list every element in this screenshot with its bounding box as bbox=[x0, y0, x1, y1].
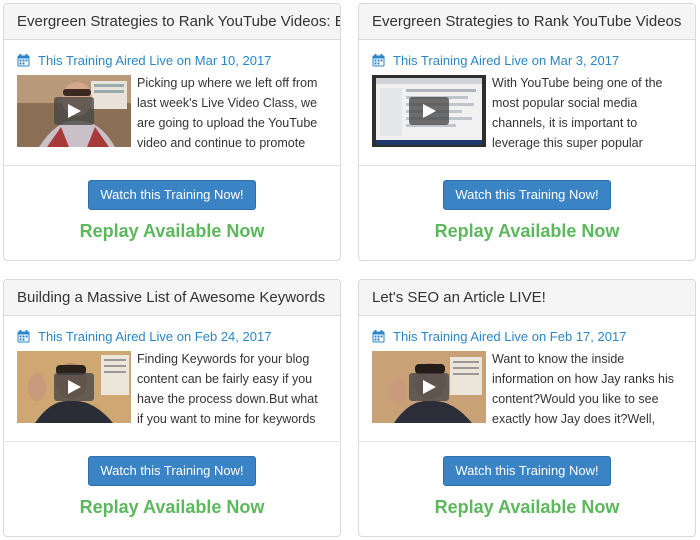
card-title: Evergreen Strategies to Rank YouTube Vid… bbox=[359, 4, 695, 40]
watch-training-button[interactable]: Watch this Training Now! bbox=[443, 456, 611, 486]
video-thumbnail[interactable] bbox=[17, 75, 131, 147]
calendar-icon bbox=[17, 53, 30, 66]
card-body: This Training Aired Live on Mar 10, 2017 bbox=[4, 40, 340, 166]
card-title: Evergreen Strategies to Rank YouTube Vid… bbox=[4, 4, 340, 40]
aired-date: This Training Aired Live on Feb 24, 2017 bbox=[38, 328, 272, 344]
card-body: This Training Aired Live on Feb 24, 2017 bbox=[4, 316, 340, 442]
watch-training-button[interactable]: Watch this Training Now! bbox=[443, 180, 611, 210]
card-footer: Watch this Training Now! Replay Availabl… bbox=[4, 442, 340, 518]
calendar-icon bbox=[17, 329, 30, 342]
card-footer: Watch this Training Now! Replay Availabl… bbox=[359, 166, 695, 242]
excerpt: Finding Keywords for your blog content c… bbox=[137, 352, 318, 426]
training-card: Evergreen Strategies to Rank YouTube Vid… bbox=[358, 3, 696, 261]
card-title: Building a Massive List of Awesome Keywo… bbox=[4, 280, 340, 316]
training-grid: Evergreen Strategies to Rank YouTube Vid… bbox=[0, 0, 700, 540]
excerpt: Want to know the inside information on h… bbox=[492, 352, 675, 426]
aired-date-line: This Training Aired Live on Feb 17, 2017 bbox=[372, 327, 682, 345]
media: Want to know the inside information on h… bbox=[372, 351, 682, 429]
play-button[interactable] bbox=[409, 373, 449, 401]
media: Picking up where we left off from last w… bbox=[17, 75, 327, 153]
aired-date: This Training Aired Live on Mar 3, 2017 bbox=[393, 52, 620, 68]
replay-status: Replay Available Now bbox=[434, 497, 620, 517]
training-card: Let's SEO an Article LIVE! This Training… bbox=[358, 279, 696, 537]
video-thumbnail[interactable] bbox=[17, 351, 131, 423]
play-icon bbox=[68, 380, 81, 394]
play-button[interactable] bbox=[54, 373, 94, 401]
calendar-icon bbox=[372, 329, 385, 342]
video-thumbnail[interactable] bbox=[372, 351, 486, 423]
play-button[interactable] bbox=[54, 97, 94, 125]
media: With YouTube being one of the most popul… bbox=[372, 75, 682, 153]
excerpt: Picking up where we left off from last w… bbox=[137, 76, 318, 150]
aired-date-line: This Training Aired Live on Feb 24, 2017 bbox=[17, 327, 327, 345]
card-footer: Watch this Training Now! Replay Availabl… bbox=[4, 166, 340, 242]
training-card: Building a Massive List of Awesome Keywo… bbox=[3, 279, 341, 537]
watch-training-button[interactable]: Watch this Training Now! bbox=[88, 180, 256, 210]
aired-date: This Training Aired Live on Feb 17, 2017 bbox=[393, 328, 627, 344]
aired-date-line: This Training Aired Live on Mar 10, 2017 bbox=[17, 51, 327, 69]
replay-status: Replay Available Now bbox=[79, 497, 265, 517]
media: Finding Keywords for your blog content c… bbox=[17, 351, 327, 429]
card-body: This Training Aired Live on Mar 3, 2017 bbox=[359, 40, 695, 166]
aired-date-line: This Training Aired Live on Mar 3, 2017 bbox=[372, 51, 682, 69]
replay-status: Replay Available Now bbox=[434, 221, 620, 241]
play-button[interactable] bbox=[409, 97, 449, 125]
play-icon bbox=[423, 380, 436, 394]
aired-date: This Training Aired Live on Mar 10, 2017 bbox=[38, 52, 272, 68]
play-icon bbox=[423, 104, 436, 118]
card-footer: Watch this Training Now! Replay Availabl… bbox=[359, 442, 695, 518]
watch-training-button[interactable]: Watch this Training Now! bbox=[88, 456, 256, 486]
video-thumbnail[interactable] bbox=[372, 75, 486, 147]
replay-status: Replay Available Now bbox=[79, 221, 265, 241]
card-body: This Training Aired Live on Feb 17, 2017 bbox=[359, 316, 695, 442]
card-title: Let's SEO an Article LIVE! bbox=[359, 280, 695, 316]
training-card: Evergreen Strategies to Rank YouTube Vid… bbox=[3, 3, 341, 261]
play-icon bbox=[68, 104, 81, 118]
calendar-icon bbox=[372, 53, 385, 66]
excerpt: With YouTube being one of the most popul… bbox=[492, 76, 663, 150]
